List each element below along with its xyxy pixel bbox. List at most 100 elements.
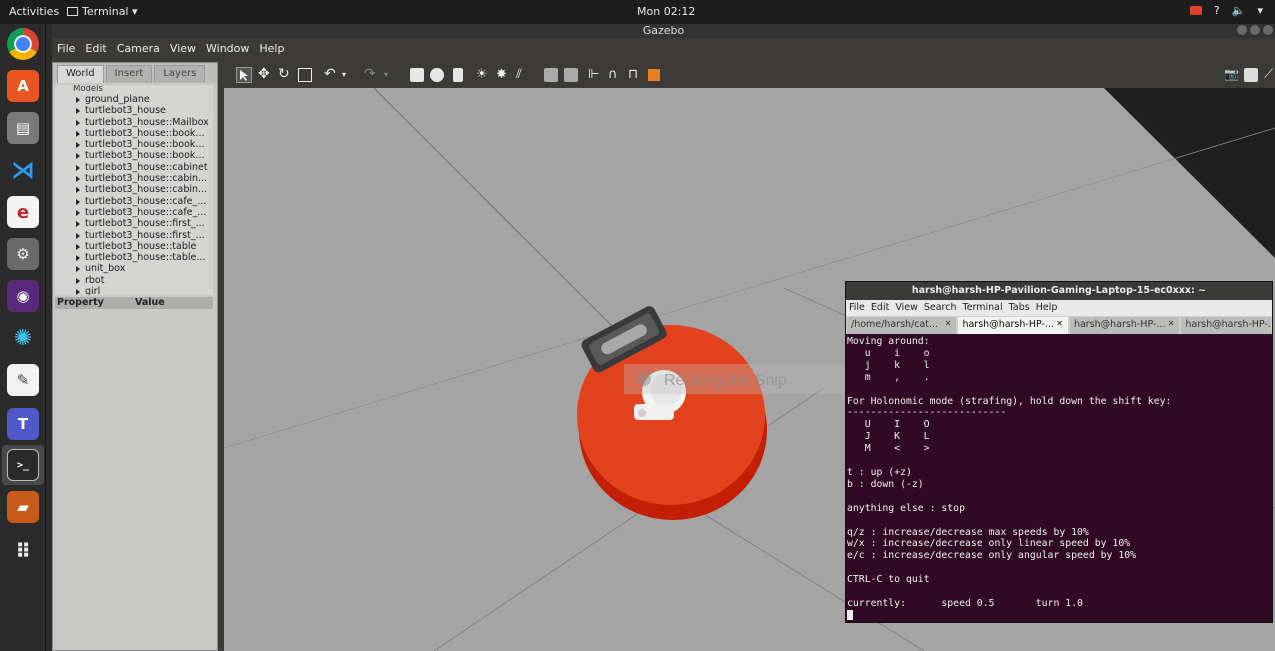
undo-icon[interactable]: ↶ xyxy=(324,67,338,82)
video-record-icon[interactable] xyxy=(1258,68,1272,82)
expand-arrow-icon[interactable] xyxy=(76,164,80,171)
tree-item[interactable]: unit_box xyxy=(55,263,213,274)
screen-recorder-icon[interactable]: ◉ xyxy=(7,280,39,312)
expand-arrow-icon[interactable] xyxy=(76,142,80,149)
tree-item[interactable]: turtlebot3_house::cafe_... xyxy=(55,196,213,207)
undo-history-icon[interactable]: ▾ xyxy=(342,68,356,82)
text-editor-icon[interactable]: ✎ xyxy=(7,364,39,396)
tree-item[interactable]: turtlebot3_house::cabin... xyxy=(55,184,213,195)
scale-mode-icon[interactable] xyxy=(298,68,312,82)
ros-icon[interactable]: ✺ xyxy=(7,322,39,354)
box-shape-icon[interactable] xyxy=(410,68,424,82)
tree-item[interactable]: turtlebot3_house::Mailbox xyxy=(55,117,213,128)
paste-icon[interactable] xyxy=(564,68,578,82)
rotate-mode-icon[interactable]: ↻ xyxy=(278,67,292,82)
expand-arrow-icon[interactable] xyxy=(76,255,80,262)
chrome-icon[interactable] xyxy=(7,28,39,60)
expand-arrow-icon[interactable] xyxy=(76,153,80,160)
expand-arrow-icon[interactable] xyxy=(76,289,80,295)
tree-item[interactable]: turtlebot3_house::book... xyxy=(55,150,213,161)
expand-arrow-icon[interactable] xyxy=(76,266,80,273)
spot-light-icon[interactable]: ✸ xyxy=(496,68,510,82)
point-light-icon[interactable]: ☀ xyxy=(476,68,490,82)
cylinder-shape-icon[interactable] xyxy=(453,68,463,82)
change-view-icon[interactable] xyxy=(648,69,660,81)
directional-light-icon[interactable]: ⫽ xyxy=(516,68,530,82)
magnet-icon[interactable]: ⊓ xyxy=(628,68,642,82)
tab-insert[interactable]: Insert xyxy=(105,65,153,83)
software-center-icon[interactable]: A xyxy=(7,70,39,102)
expand-arrow-icon[interactable] xyxy=(76,221,80,228)
system-menu-icon[interactable]: ▾ xyxy=(1257,4,1263,17)
tree-item[interactable]: turtlebot3_house::first_... xyxy=(55,218,213,229)
tree-item[interactable]: turtlebot3_house::book... xyxy=(55,139,213,150)
app-grid-icon[interactable]: ⠿ xyxy=(7,535,39,567)
tree-item[interactable]: turtlebot3_house::book... xyxy=(55,128,213,139)
redo-icon[interactable]: ↷ xyxy=(364,67,378,82)
copy-icon[interactable] xyxy=(544,68,558,82)
screen-record-icon[interactable] xyxy=(1189,6,1202,15)
terminal-menu-terminal[interactable]: Terminal xyxy=(960,300,1006,316)
translate-mode-icon[interactable]: ✥ xyxy=(258,67,272,82)
book-icon[interactable]: ▰ xyxy=(7,491,39,523)
vscode-icon[interactable]: ⋊ xyxy=(7,154,39,186)
tree-item[interactable]: turtlebot3_house::table xyxy=(55,241,213,252)
terminal-window[interactable]: harsh@harsh-HP-Pavilion-Gaming-Laptop-15… xyxy=(845,281,1273,623)
tree-item[interactable]: turtlebot3_house xyxy=(55,105,213,116)
expand-arrow-icon[interactable] xyxy=(76,176,80,183)
files-icon[interactable]: ▤ xyxy=(7,112,39,144)
tree-item[interactable]: turtlebot3_house::cabinet xyxy=(55,162,213,173)
sphere-shape-icon[interactable] xyxy=(430,68,444,82)
expand-arrow-icon[interactable] xyxy=(76,130,80,137)
close-icon[interactable] xyxy=(1263,25,1273,35)
terminal-tab[interactable]: harsh@harsh-HP-... ✕ xyxy=(1069,317,1180,334)
terminal-menu-tabs[interactable]: Tabs xyxy=(1006,300,1033,316)
snap-icon[interactable]: ∩ xyxy=(608,68,622,82)
settings-tools-icon[interactable]: ⚙ xyxy=(7,238,39,270)
close-tab-icon[interactable]: ✕ xyxy=(1056,319,1063,328)
tree-models-header[interactable]: Models xyxy=(55,85,213,94)
expand-arrow-icon[interactable] xyxy=(76,277,80,284)
menu-help[interactable]: Help xyxy=(254,38,289,58)
maximize-icon[interactable] xyxy=(1250,25,1260,35)
tree-item[interactable]: turtlebot3_house::first_... xyxy=(55,230,213,241)
terminal-titlebar[interactable]: harsh@harsh-HP-Pavilion-Gaming-Laptop-15… xyxy=(846,282,1272,300)
expand-arrow-icon[interactable] xyxy=(76,187,80,194)
terminal-menu-view[interactable]: View xyxy=(892,300,921,316)
terminal-tab-active[interactable]: harsh@harsh-HP-... ✕ xyxy=(958,317,1068,334)
menu-edit[interactable]: Edit xyxy=(80,38,111,58)
tab-world[interactable]: World xyxy=(57,65,104,83)
tree-item[interactable]: ground_plane xyxy=(55,94,213,105)
terminal-output[interactable]: Moving around: u i o j k l m , . For Hol… xyxy=(846,334,1272,625)
terminal-tab[interactable]: /home/harsh/cat... ✕ xyxy=(847,317,957,334)
text-app-icon[interactable]: e xyxy=(7,196,39,228)
value-column-header[interactable]: Value xyxy=(135,297,165,309)
terminal-menu-search[interactable]: Search xyxy=(921,300,960,316)
menu-view[interactable]: View xyxy=(165,38,201,58)
tree-item[interactable]: turtlebot3_house::table... xyxy=(55,252,213,263)
property-column-header[interactable]: Property xyxy=(57,297,104,309)
system-tray[interactable]: ? 🔈 ▾ xyxy=(1189,4,1263,17)
teams-icon[interactable]: T xyxy=(7,408,39,440)
expand-arrow-icon[interactable] xyxy=(76,209,80,216)
terminal-menu-file[interactable]: File xyxy=(846,300,868,316)
expand-arrow-icon[interactable] xyxy=(76,108,80,115)
tab-layers[interactable]: Layers xyxy=(154,65,206,83)
expand-arrow-icon[interactable] xyxy=(76,97,80,103)
expand-arrow-icon[interactable] xyxy=(76,198,80,205)
menu-window[interactable]: Window xyxy=(201,38,254,58)
select-mode-icon[interactable] xyxy=(236,67,252,83)
minimize-icon[interactable] xyxy=(1237,25,1247,35)
terminal-menu-help[interactable]: Help xyxy=(1033,300,1061,316)
tree-item[interactable]: rbot xyxy=(55,275,213,286)
robot-model[interactable] xyxy=(577,304,767,520)
terminal-tab[interactable]: harsh@harsh-HP-... xyxy=(1181,317,1271,334)
terminal-icon[interactable]: >_ xyxy=(7,449,39,481)
window-titlebar[interactable]: Gazebo xyxy=(52,24,1275,38)
menu-file[interactable]: File xyxy=(52,38,80,58)
clock[interactable]: Mon 02:12 xyxy=(637,5,695,18)
tree-item[interactable]: turtlebot3_house::cafe_... xyxy=(55,207,213,218)
close-tab-icon[interactable]: ✕ xyxy=(1168,319,1175,328)
window-controls[interactable] xyxy=(1237,25,1273,35)
menu-camera[interactable]: Camera xyxy=(112,38,165,58)
